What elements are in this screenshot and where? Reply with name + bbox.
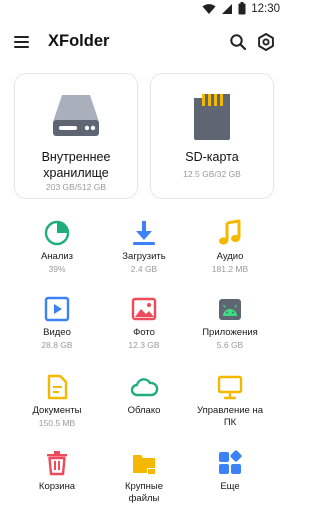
- category-label: Документы: [32, 405, 82, 416]
- category-label: Облако: [127, 405, 161, 416]
- sd-card-storage-card[interactable]: SD-карта 12.5 GB/32 GB: [150, 73, 274, 199]
- category-documents[interactable]: Документы 150.5 MB: [9, 372, 105, 442]
- search-button[interactable]: [226, 30, 250, 54]
- battery-icon: [238, 2, 246, 15]
- category-download[interactable]: Загрузить 2.4 GB: [96, 218, 192, 288]
- android-icon: [219, 299, 241, 320]
- settings-icon: [258, 33, 274, 51]
- category-label: Крупные файлы: [125, 481, 163, 504]
- document-icon: [47, 374, 68, 400]
- category-video[interactable]: Видео 28.8 GB: [9, 294, 105, 364]
- sd-card-icon: [194, 92, 230, 140]
- download-icon: [133, 221, 155, 245]
- storage-usage: 203 GB/512 GB: [45, 182, 106, 192]
- category-size: 181.2 MB: [211, 264, 249, 274]
- category-analysis[interactable]: Анализ 39%: [9, 218, 105, 288]
- more-icon: [219, 450, 242, 474]
- internal-storage-card[interactable]: Внутреннее хранилище 203 GB/512 GB: [14, 73, 138, 199]
- page-title: XFolder: [48, 32, 110, 50]
- category-label: Приложения: [202, 327, 258, 338]
- wifi-icon: [202, 3, 216, 14]
- category-label: Корзина: [38, 481, 76, 492]
- category-more[interactable]: Еще: [182, 448, 278, 512]
- hard-drive-icon: [53, 95, 99, 136]
- category-size: 39%: [48, 264, 66, 274]
- search-icon: [230, 34, 247, 51]
- category-pc-management[interactable]: Управление на ПК: [182, 372, 278, 442]
- music-icon: [219, 219, 241, 245]
- app-bar: XFolder: [0, 26, 288, 58]
- storage-title: Внутреннее хранилище: [41, 150, 111, 180]
- category-size: 5.6 GB: [216, 340, 244, 350]
- category-apps[interactable]: Приложения 5.6 GB: [182, 294, 278, 364]
- cloud-icon: [130, 378, 159, 397]
- status-bar: 12:30: [0, 0, 288, 20]
- category-label: Управление на ПК: [197, 405, 263, 428]
- category-size: 12.3 GB: [128, 340, 160, 350]
- analysis-icon: [44, 220, 70, 246]
- signal-icon: [222, 3, 233, 14]
- settings-button[interactable]: [254, 30, 278, 54]
- photo-icon: [131, 297, 157, 321]
- category-label: Аудио: [216, 251, 244, 262]
- category-size: 150.5 MB: [38, 418, 76, 428]
- category-size: 28.8 GB: [41, 340, 73, 350]
- folder-icon: [133, 455, 156, 475]
- video-icon: [44, 296, 70, 322]
- category-cloud[interactable]: Облако: [96, 372, 192, 442]
- category-label: Еще: [220, 481, 240, 492]
- category-label: Фото: [133, 327, 155, 338]
- status-icons: 12:30: [202, 2, 280, 15]
- category-photo[interactable]: Фото 12.3 GB: [96, 294, 192, 364]
- menu-button[interactable]: [10, 30, 34, 54]
- menu-icon: [14, 36, 29, 48]
- category-size: 2.4 GB: [130, 264, 158, 274]
- storage-usage: 12.5 GB/32 GB: [183, 169, 241, 179]
- category-label: Анализ: [40, 251, 74, 262]
- storage-title: SD-карта: [185, 150, 239, 164]
- status-time: 12:30: [251, 2, 280, 15]
- trash-icon: [47, 451, 67, 476]
- category-trash[interactable]: Корзина: [9, 448, 105, 512]
- pc-icon: [217, 375, 243, 400]
- category-audio[interactable]: Аудио 181.2 MB: [182, 218, 278, 288]
- category-large-files[interactable]: Крупные файлы: [96, 448, 192, 512]
- category-label: Загрузить: [122, 251, 166, 262]
- category-label: Видео: [43, 327, 71, 338]
